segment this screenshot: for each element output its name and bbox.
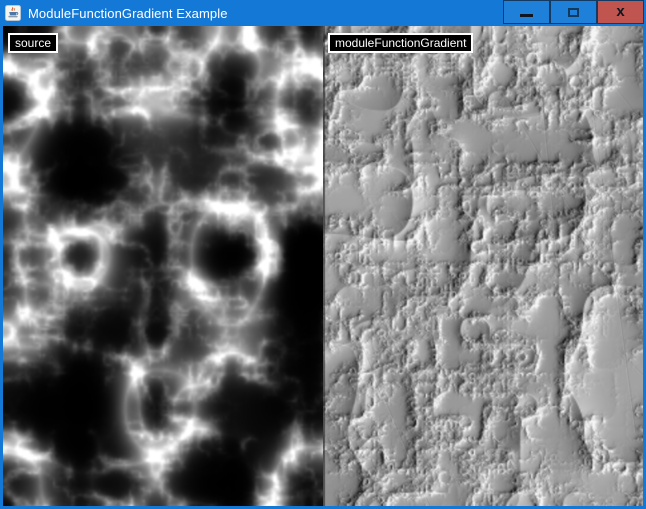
java-app-icon (5, 5, 21, 21)
source-panel: source (3, 26, 323, 506)
content-area: source moduleFunctionGradient (3, 26, 643, 506)
window-title: ModuleFunctionGradient Example (28, 6, 228, 21)
gradient-label: moduleFunctionGradient (328, 33, 473, 53)
close-button[interactable]: x (597, 0, 644, 24)
module-function-gradient-image (323, 26, 643, 506)
source-image (3, 26, 323, 506)
titlebar[interactable]: ModuleFunctionGradient Example x (0, 0, 646, 26)
window-controls: x (503, 0, 644, 24)
source-label: source (8, 33, 58, 53)
app-window: ModuleFunctionGradient Example x source … (0, 0, 646, 509)
maximize-button[interactable] (550, 0, 597, 24)
gradient-panel: moduleFunctionGradient (323, 26, 643, 506)
minimize-button[interactable] (503, 0, 550, 24)
maximize-icon (568, 8, 579, 17)
minimize-icon (520, 14, 533, 17)
close-icon: x (616, 4, 624, 19)
